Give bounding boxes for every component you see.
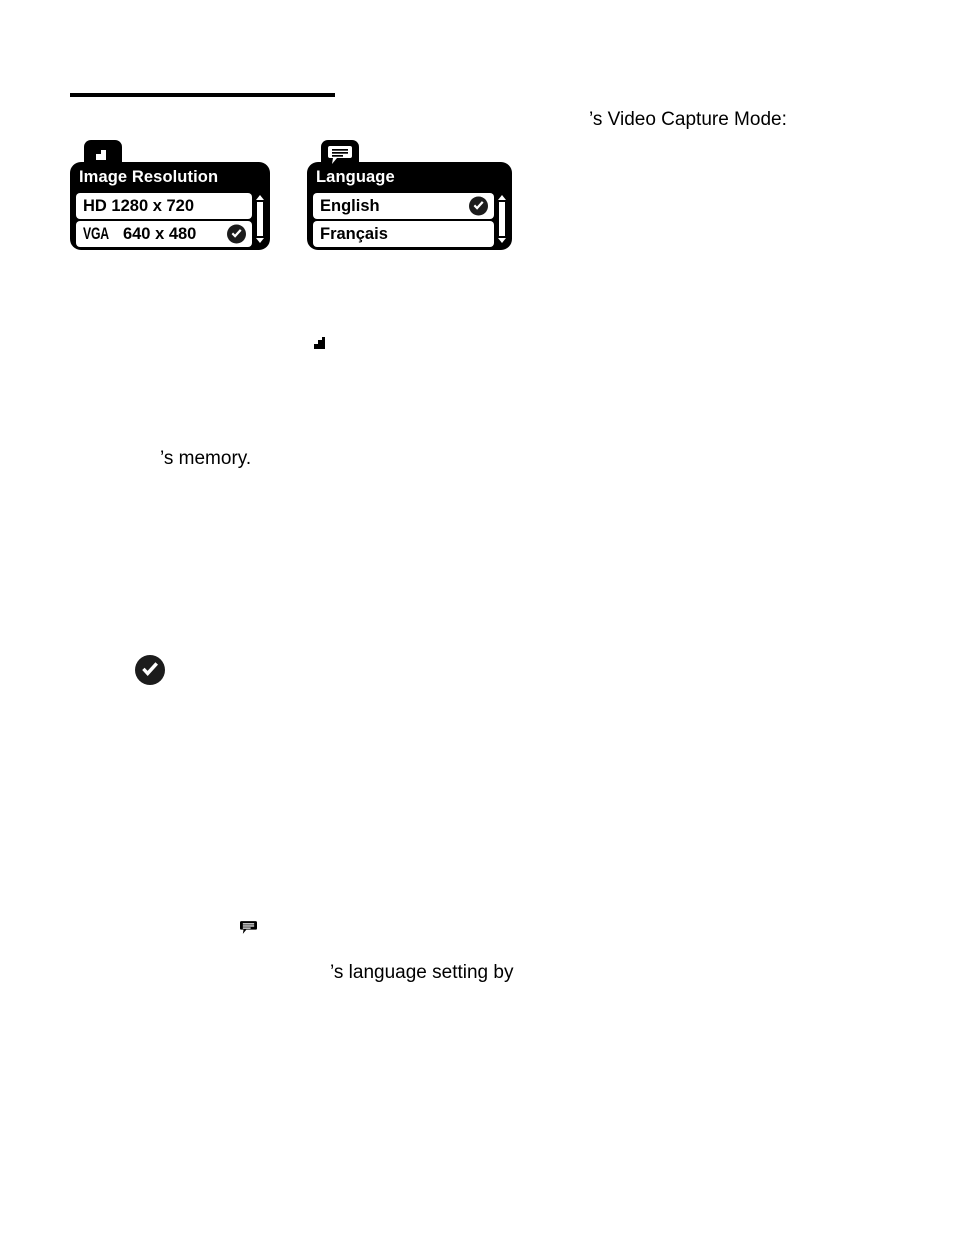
scroll-up-arrow-icon[interactable] <box>497 195 506 200</box>
scroll-down-arrow-icon[interactable] <box>255 238 264 243</box>
resolution-steps-icon <box>312 336 327 356</box>
check-badge-icon <box>135 655 165 690</box>
scrollbar-image-resolution[interactable] <box>254 195 265 243</box>
check-badge-icon <box>469 196 488 216</box>
tab-image-resolution[interactable] <box>84 140 122 170</box>
text-fragment-video-capture-mode: ’s Video Capture Mode: <box>589 109 787 130</box>
menu-row-english[interactable]: English <box>313 193 494 219</box>
check-badge-icon <box>227 224 246 244</box>
scroll-up-arrow-icon[interactable] <box>255 195 264 200</box>
menu-row-hd[interactable]: HD 1280 x 720 <box>76 193 252 219</box>
scroll-thumb[interactable] <box>255 201 264 237</box>
lcd-menu-image-resolution[interactable]: Image Resolution HD 1280 x 720 VGA 640 x … <box>70 140 270 250</box>
menu-row-vga[interactable]: VGA 640 x 480 <box>76 221 252 247</box>
text-fragment-memory: ’s memory. <box>160 448 252 469</box>
menu-row-francais[interactable]: Français <box>313 221 494 247</box>
text-fragment-language-setting: ’s language setting by <box>330 962 514 983</box>
tab-language[interactable] <box>321 140 359 170</box>
section-rule <box>70 93 335 97</box>
scroll-down-arrow-icon[interactable] <box>497 238 506 243</box>
scroll-thumb[interactable] <box>497 201 506 237</box>
menu-row-label: Français <box>320 224 388 243</box>
resolution-steps-icon <box>93 145 113 169</box>
menu-row-list-image-resolution: HD 1280 x 720 VGA 640 x 480 <box>76 193 252 247</box>
scrollbar-language[interactable] <box>496 195 507 243</box>
menu-row-label: English <box>320 196 380 215</box>
document-page: Image Resolution HD 1280 x 720 VGA 640 x … <box>0 0 954 1235</box>
lcd-menu-language[interactable]: Language English Français <box>307 140 512 250</box>
speech-bubble-icon <box>240 920 257 940</box>
vga-prefix-text: VGA <box>83 224 109 244</box>
menu-title-image-resolution: Image Resolution <box>79 168 219 186</box>
menu-row-list-language: English Français <box>313 193 494 247</box>
vga-suffix-text: 640 x 480 <box>122 225 197 244</box>
speech-bubble-icon <box>328 145 352 170</box>
menu-row-label: HD 1280 x 720 <box>83 196 194 215</box>
menu-row-label: VGA 640 x 480 <box>76 225 196 243</box>
menu-title-language: Language <box>316 168 395 186</box>
